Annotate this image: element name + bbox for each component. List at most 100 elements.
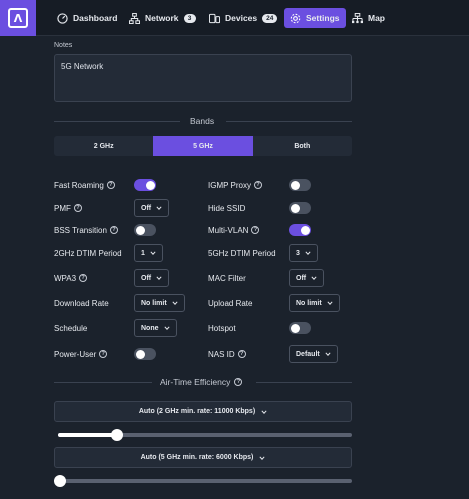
chevron-down-icon <box>163 325 170 331</box>
top-navigation: Λ Dashboard Network 3 Devices 24 Setting… <box>0 0 469 36</box>
toggle-knob <box>135 349 145 359</box>
gear-icon <box>290 13 301 24</box>
nav-item-map[interactable]: Map <box>347 8 390 28</box>
setting-label-text: BSS Transition <box>54 225 107 235</box>
slider-thumb[interactable] <box>54 475 66 487</box>
select-value: Off <box>296 274 307 282</box>
rate-2ghz-slider[interactable] <box>58 429 352 441</box>
fast-roaming-label: Fast Roaming? <box>54 179 115 191</box>
fast-roaming-toggle[interactable] <box>134 179 156 191</box>
hotspot-toggle[interactable] <box>289 322 311 334</box>
wpa3-label: WPA3? <box>54 272 88 284</box>
hide-ssid-label: Hide SSID <box>208 202 245 214</box>
setting-label-text: IGMP Proxy <box>208 180 251 190</box>
help-icon[interactable]: ? <box>73 204 82 212</box>
wpa3-select[interactable]: Off <box>134 269 170 287</box>
nav-item-devices[interactable]: Devices 24 <box>204 8 282 28</box>
setting-label-text: Fast Roaming <box>54 180 104 190</box>
help-icon[interactable]: ? <box>234 378 243 386</box>
setting-label-text: MAC Filter <box>208 273 246 283</box>
rate-5ghz-slider[interactable] <box>54 475 352 487</box>
chevron-down-icon <box>325 351 331 357</box>
help-icon[interactable]: ? <box>237 350 246 358</box>
setting-label-text: Download Rate <box>54 298 109 308</box>
upload-rate-select[interactable]: No limit <box>289 294 340 312</box>
schedule-select[interactable]: None <box>134 319 177 337</box>
setting-label-text: Hide SSID <box>208 203 246 213</box>
nas-id-label: NAS ID? <box>208 348 246 360</box>
network-icon <box>129 12 140 24</box>
power-user-toggle[interactable] <box>134 348 156 360</box>
select-value: Off <box>141 274 152 282</box>
airtime-title-text: Air-Time Efficiency <box>160 377 231 387</box>
setting-label-text: Power-User <box>54 349 97 359</box>
toggle-knob <box>290 203 300 213</box>
bands-selector: 2 GHz 5 GHz Both <box>54 136 352 156</box>
slider-thumb[interactable] <box>110 429 123 441</box>
igmp-proxy-label: IGMP Proxy? <box>208 179 262 191</box>
toggle-knob <box>300 225 310 235</box>
setting-label-text: NAS ID <box>208 349 235 359</box>
band-option-5ghz[interactable]: 5 GHz <box>153 136 253 156</box>
igmp-proxy-toggle[interactable] <box>289 179 311 191</box>
select-value: 1 <box>141 249 145 257</box>
setting-label-text: Schedule <box>54 323 88 333</box>
rate-5ghz-label: Auto (5 GHz min. rate: 6000 Kbps) <box>140 454 254 461</box>
select-value: Default <box>296 350 320 358</box>
help-icon[interactable]: ? <box>109 226 118 234</box>
band-option-both[interactable]: Both <box>253 136 352 156</box>
pmf-select[interactable]: Off <box>134 199 170 217</box>
setting-label-text: Multi-VLAN <box>208 225 249 235</box>
network-count-badge: 3 <box>183 13 196 23</box>
toggle-knob <box>290 323 300 333</box>
rate-2ghz-select[interactable]: Auto (2 GHz min. rate: 11000 Kbps) <box>54 401 352 422</box>
bands-title: Bands <box>190 116 214 126</box>
divider <box>226 121 352 122</box>
airtime-title: Air-Time Efficiency ? <box>160 377 243 387</box>
bands-title-text: Bands <box>190 116 215 126</box>
map-icon <box>352 12 363 24</box>
select-value: None <box>141 324 159 332</box>
rate-5ghz-select[interactable]: Auto (5 GHz min. rate: 6000 Kbps) <box>54 447 352 468</box>
2ghz-dtim-period-select[interactable]: 1 <box>134 244 163 262</box>
logo[interactable]: Λ <box>0 0 36 36</box>
chevron-down-icon <box>150 250 156 256</box>
help-icon[interactable]: ? <box>79 274 88 282</box>
select-value: No limit <box>141 299 167 307</box>
hide-ssid-toggle[interactable] <box>289 202 311 214</box>
power-user-label: Power-User? <box>54 348 108 360</box>
notes-label: Notes <box>54 42 73 49</box>
notes-field[interactable]: 5G Network <box>54 54 352 102</box>
devices-icon <box>209 13 220 24</box>
help-icon[interactable]: ? <box>253 181 262 189</box>
nas-id-select[interactable]: Default <box>289 345 338 363</box>
dashboard-icon <box>57 12 68 24</box>
mac-filter-select[interactable]: Off <box>289 269 325 287</box>
mac-filter-label: MAC Filter <box>208 272 246 284</box>
rate-2ghz-label: Auto (2 GHz min. rate: 11000 Kbps) <box>138 408 256 415</box>
nav-label: Map <box>368 13 385 23</box>
pmf-label: PMF? <box>54 202 82 214</box>
5ghz-dtim-period-select[interactable]: 3 <box>289 244 318 262</box>
chevron-down-icon <box>156 275 162 281</box>
setting-label-text: WPA3 <box>54 273 77 283</box>
select-value: 3 <box>296 249 300 257</box>
nav-item-settings[interactable]: Settings <box>284 8 346 28</box>
setting-label-text: Hotspot <box>208 323 236 333</box>
nav-label: Dashboard <box>73 13 118 23</box>
nav-label: Settings <box>306 13 340 23</box>
download-rate-label: Download Rate <box>54 297 109 309</box>
help-icon[interactable]: ? <box>99 350 108 358</box>
multi-vlan-toggle[interactable] <box>289 224 311 236</box>
download-rate-select[interactable]: No limit <box>134 294 185 312</box>
divider <box>256 382 352 383</box>
help-icon[interactable]: ? <box>106 181 115 189</box>
slider-fill <box>58 433 117 437</box>
nav-item-dashboard[interactable]: Dashboard <box>52 8 122 28</box>
band-option-2ghz[interactable]: 2 GHz <box>54 136 153 156</box>
nav-item-network[interactable]: Network 3 <box>124 8 201 28</box>
nav-label: Devices <box>225 13 258 23</box>
help-icon[interactable]: ? <box>251 226 260 234</box>
2ghz-dtim-period-label: 2GHz DTIM Period <box>54 247 122 259</box>
bss-transition-toggle[interactable] <box>134 224 156 236</box>
